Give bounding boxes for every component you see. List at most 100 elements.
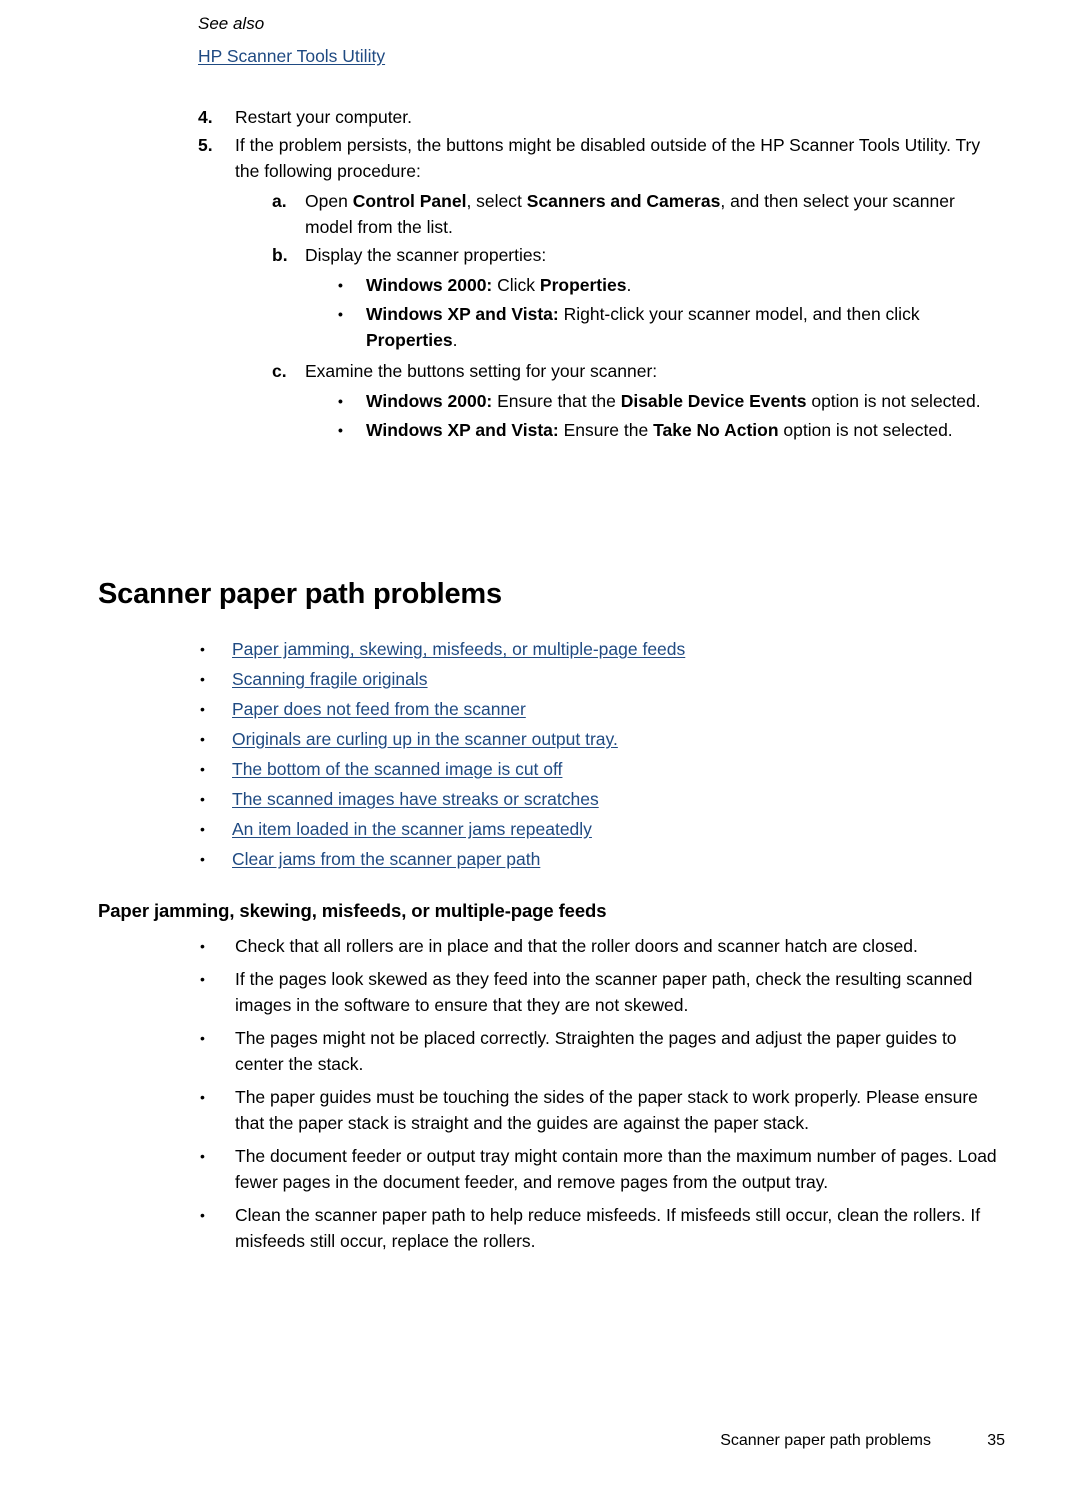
bullet-marker-icon: • [200,761,205,777]
lettered-substep-item: a. Open Control Panel, select Scanners an… [272,188,1005,240]
list-item-content: Clean the scanner paper path to help red… [235,1202,1010,1254]
list-item-content: Windows XP and Vista: Ensure the Take No… [366,417,1005,443]
bullet-marker-icon: • [200,1030,205,1046]
lettered-substep-item: c. Examine the buttons setting for your s… [272,358,1005,446]
footer-section-title: Scanner paper path problems [720,1432,931,1449]
bullet-text: The paper guides must be touching the si… [235,1087,978,1133]
bullet-text: Windows 2000: Ensure that the Disable De… [366,391,981,411]
substep-text: Display the scanner properties: [305,245,546,265]
list-item-content: Restart your computer. [235,104,1005,130]
nested-bullet-list: • Windows 2000: Ensure that the Disable D… [338,388,1005,443]
topic-link-item: • An item loaded in the scanner jams repe… [200,814,1010,844]
body-text: . [626,275,632,295]
bullet-marker-icon: • [338,306,343,322]
emphasis-text: Windows XP and Vista: [366,420,559,440]
topic-link[interactable]: An item loaded in the scanner jams repea… [232,819,592,839]
troubleshooting-bullet-item: • The document feeder or output tray migh… [200,1143,1010,1195]
list-item-content: If the problem persists, the buttons mig… [235,132,1005,448]
bullet-marker-icon: • [200,701,205,717]
nested-bullet-item: • Windows XP and Vista: Right-click your … [338,301,1005,353]
footer-page-number: 35 [987,1432,1005,1449]
substep-text: Open Control Panel, select Scanners and … [305,191,955,237]
step-number: 4. [198,107,213,127]
list-item-content: Windows 2000: Ensure that the Disable De… [366,388,1005,414]
bullet-marker-icon: • [200,1207,205,1223]
body-text: option is not selected. [806,391,981,411]
see-also-links: HP Scanner Tools Utility [198,44,1080,68]
topic-link[interactable]: Paper does not feed from the scanner [232,699,526,719]
substep-letter: b. [272,245,288,265]
topic-link[interactable]: The scanned images have streaks or scrat… [232,789,599,809]
troubleshooting-bullet-item: • The pages might not be placed correctly… [200,1025,1010,1077]
bullet-text: Clean the scanner paper path to help red… [235,1205,981,1251]
list-item-content: Examine the buttons setting for your sca… [305,358,1005,446]
topic-link[interactable]: Clear jams from the scanner paper path [232,849,540,869]
bullet-text: Windows 2000: Click Properties. [366,275,631,295]
list-item-content: Paper does not feed from the scanner [232,694,1010,724]
nested-bullet-item: • Windows XP and Vista: Ensure the Take N… [338,417,1005,443]
bullet-marker-icon: • [338,277,343,293]
list-item-content: If the pages look skewed as they feed in… [235,966,1010,1018]
procedure-block: 4. Restart your computer. 5. If the problem… [0,104,1080,450]
emphasis-text: Take No Action [653,420,779,440]
topic-link[interactable]: Paper jamming, skewing, misfeeds, or mul… [232,639,685,659]
topic-link-item: • Originals are curling up in the scanner… [200,724,1010,754]
body-text: Right-click your scanner model, and then… [558,304,920,324]
step-text: If the problem persists, the buttons mig… [235,135,981,181]
substep-letter: a. [272,191,287,211]
emphasis-text: Control Panel [352,191,467,211]
list-item-content: The paper guides must be touching the si… [235,1084,1010,1136]
bullet-text: Windows XP and Vista: Right-click your s… [366,304,920,350]
bullet-text: Windows XP and Vista: Ensure the Take No… [366,420,953,440]
list-item-content: Windows 2000: Click Properties. [366,272,1005,298]
body-text: Ensure the [558,420,654,440]
topic-link-item: • Paper does not feed from the scanner [200,694,1010,724]
emphasis-text: Scanners and Cameras [526,191,721,211]
nested-bullet-item: • Windows 2000: Ensure that the Disable D… [338,388,1005,414]
numbered-step-item: 5. If the problem persists, the buttons m… [198,132,1005,448]
body-text: , select [466,191,527,211]
topic-link[interactable]: The bottom of the scanned image is cut o… [232,759,562,779]
bullet-marker-icon: • [200,938,205,954]
troubleshooting-bullet-item: • Check that all rollers are in place and… [200,933,1010,959]
body-text: . [452,330,458,350]
body-text: option is not selected. [778,420,953,440]
emphasis-text: Windows 2000: [366,275,493,295]
list-item-content: The document feeder or output tray might… [235,1143,1010,1195]
see-also-label: See also [198,14,265,33]
troubleshooting-bullet-item: • Clean the scanner paper path to help re… [200,1202,1010,1254]
troubleshooting-bullet-item: • If the pages look skewed as they feed i… [200,966,1010,1018]
nested-bullet-list: • Windows 2000: Click Properties. • Windows… [338,272,1005,353]
bullet-marker-icon: • [200,791,205,807]
topic-link-item: • Clear jams from the scanner paper path [200,844,1010,874]
see-also-link-row: HP Scanner Tools Utility [198,44,1080,68]
list-item-content: Open Control Panel, select Scanners and … [305,188,1005,240]
step-text: Restart your computer. [235,107,413,127]
substep-letter: c. [272,361,287,381]
see-also-link[interactable]: HP Scanner Tools Utility [198,46,385,66]
bullet-marker-icon: • [200,821,205,837]
numbered-step-list: 4. Restart your computer. 5. If the problem… [198,104,1005,448]
topic-link[interactable]: Originals are curling up in the scanner … [232,729,618,749]
step-number: 5. [198,135,213,155]
troubleshooting-bullet-list: • Check that all rollers are in place and… [200,933,1010,1261]
list-item-content: Check that all rollers are in place and … [235,933,1010,959]
body-text: Display the scanner properties: [305,245,547,265]
list-item-content: Scanning fragile originals [232,664,1010,694]
topic-link-list: • Paper jamming, skewing, misfeeds, or mu… [200,634,1010,874]
substep-text: Examine the buttons setting for your sca… [305,361,657,381]
body-text: Click [492,275,540,295]
troubleshooting-bullet-item: • The paper guides must be touching the s… [200,1084,1010,1136]
topic-link[interactable]: Scanning fragile originals [232,669,428,689]
list-item-content: Originals are curling up in the scanner … [232,724,1010,754]
emphasis-text: Windows XP and Vista: [366,304,559,324]
topic-link-item: • The bottom of the scanned image is cut … [200,754,1010,784]
bullet-marker-icon: • [200,851,205,867]
topic-link-item: • Paper jamming, skewing, misfeeds, or mu… [200,634,1010,664]
nested-bullet-item: • Windows 2000: Click Properties. [338,272,1005,298]
section-heading: Paper jamming, skewing, misfeeds, or mul… [98,900,607,921]
bullet-marker-icon: • [200,731,205,747]
bullet-marker-icon: • [338,393,343,409]
bullet-marker-icon: • [200,1089,205,1105]
list-item-content: The scanned images have streaks or scrat… [232,784,1010,814]
